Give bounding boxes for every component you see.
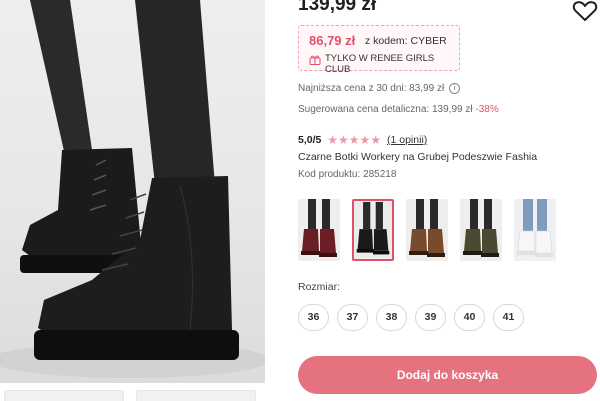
heart-icon[interactable] <box>572 0 598 22</box>
size-option-37[interactable]: 37 <box>337 304 368 331</box>
size-option-40[interactable]: 40 <box>454 304 485 331</box>
size-option-41[interactable]: 41 <box>493 304 524 331</box>
variant-burgundy[interactable] <box>298 199 340 261</box>
size-option-36[interactable]: 36 <box>298 304 329 331</box>
variant-white[interactable] <box>514 199 556 261</box>
boots-photo-illustration <box>0 0 265 378</box>
size-label: Rozmiar: <box>298 281 341 293</box>
suggested-price-info: Sugerowana cena detaliczna: 139,99 zł -3… <box>298 104 499 115</box>
product-rating: 5,0/5 ★★★★★ (1 opinii) <box>298 133 427 147</box>
suggested-price-label: Sugerowana cena detaliczna: 139,99 zł <box>298 104 473 115</box>
size-option-39[interactable]: 39 <box>415 304 446 331</box>
size-option-38[interactable]: 38 <box>376 304 407 331</box>
product-name: Czarne Botki Workery na Grubej Podeszwie… <box>298 151 538 163</box>
variant-black[interactable] <box>352 199 394 261</box>
variant-brown[interactable] <box>406 199 448 261</box>
promo-price: 86,79 zł <box>309 33 356 48</box>
gift-icon <box>309 52 321 65</box>
info-icon[interactable]: i <box>448 83 460 94</box>
product-main-image[interactable] <box>0 0 265 383</box>
add-to-cart-button[interactable]: Dodaj do koszyka <box>298 356 597 394</box>
product-price: 139,99 zł <box>298 0 377 15</box>
rating-stars: ★★★★★ <box>327 133 382 147</box>
reviews-link[interactable]: (1 opinii) <box>387 134 427 146</box>
variant-olive[interactable] <box>460 199 502 261</box>
thumbnail[interactable] <box>4 390 124 401</box>
main-image-thumbnails <box>0 390 265 401</box>
thumbnail[interactable] <box>136 390 256 401</box>
discount-badge: -38% <box>475 104 499 115</box>
promo-club-text: TYLKO W RENEE GIRLS CLUB <box>325 53 435 75</box>
promo-code-text: z kodem: CYBER <box>365 35 447 47</box>
lowest-price-info: Najniższa cena z 30 dni: 83,99 zł i <box>298 83 460 94</box>
rating-score: 5,0/5 <box>298 134 322 146</box>
product-code: Kod produktu: 285218 <box>298 169 397 180</box>
lowest-price-label: Najniższa cena z 30 dni: 83,99 zł <box>298 83 445 94</box>
promo-code-box: 86,79 zł z kodem: CYBER TYLKO W RENEE GI… <box>298 25 460 75</box>
